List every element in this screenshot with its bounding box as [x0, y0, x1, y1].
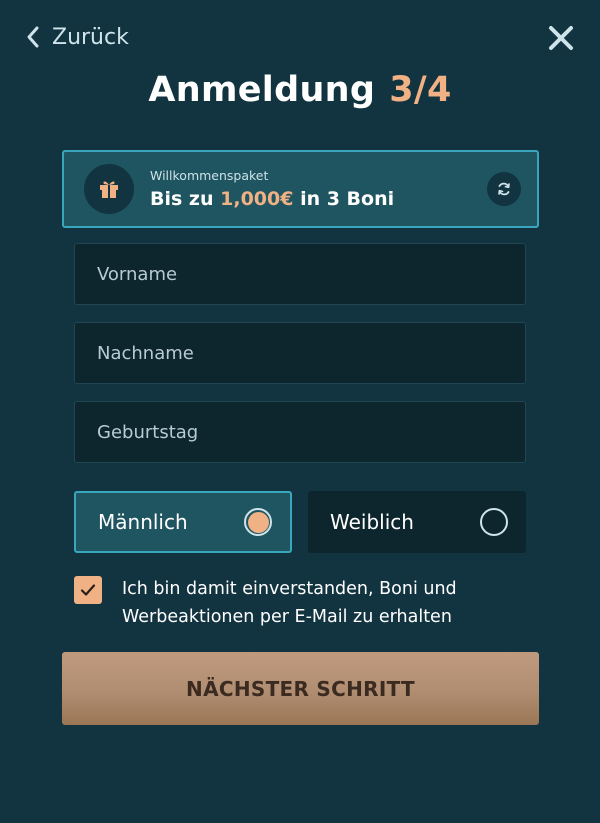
bonus-text: Willkommenspaket Bis zu 1,000€ in 3 Boni	[150, 168, 487, 210]
gender-option-male[interactable]: Männlich	[74, 491, 292, 553]
bonus-prefix: Bis zu	[150, 188, 221, 210]
gift-badge	[84, 164, 134, 214]
bonus-suffix: in 3 Boni	[293, 188, 395, 210]
next-step-button[interactable]: NÄCHSTER SCHRITT	[62, 652, 539, 725]
page-title: Anmeldung 3/4	[0, 70, 600, 110]
back-button[interactable]: Zurück	[26, 22, 129, 52]
consent-checkbox[interactable]	[74, 576, 102, 604]
welcome-bonus-banner: Willkommenspaket Bis zu 1,000€ in 3 Boni	[62, 150, 539, 228]
birthday-field[interactable]	[74, 401, 526, 463]
refresh-button[interactable]	[487, 172, 521, 206]
gender-male-label: Männlich	[98, 510, 188, 534]
gift-icon	[100, 181, 118, 198]
back-label: Zurück	[52, 24, 129, 50]
close-button[interactable]	[547, 24, 575, 52]
step-indicator: 3/4	[389, 70, 452, 110]
email-consent: Ich bin damit einverstanden, Boni und We…	[74, 575, 534, 631]
chevron-left-icon	[27, 26, 39, 48]
last-name-input[interactable]	[97, 342, 525, 364]
bonus-headline: Bis zu 1,000€ in 3 Boni	[150, 188, 487, 210]
radio-unselected-icon[interactable]	[480, 508, 508, 536]
consent-text: Ich bin damit einverstanden, Boni und We…	[122, 579, 457, 627]
last-name-field[interactable]	[74, 322, 526, 384]
refresh-icon	[498, 182, 510, 196]
birthday-input[interactable]	[97, 421, 525, 443]
first-name-input[interactable]	[97, 263, 525, 285]
first-name-field[interactable]	[74, 243, 526, 305]
title-text: Anmeldung	[148, 70, 376, 110]
gender-female-label: Weiblich	[330, 510, 414, 534]
close-icon	[549, 26, 573, 50]
bonus-amount: 1,000€	[220, 188, 294, 210]
radio-selected-icon[interactable]	[244, 508, 272, 536]
next-step-label: NÄCHSTER SCHRITT	[186, 676, 415, 701]
gender-option-female[interactable]: Weiblich	[308, 491, 526, 553]
checkmark-icon	[80, 584, 96, 596]
bonus-kicker: Willkommenspaket	[150, 168, 269, 183]
